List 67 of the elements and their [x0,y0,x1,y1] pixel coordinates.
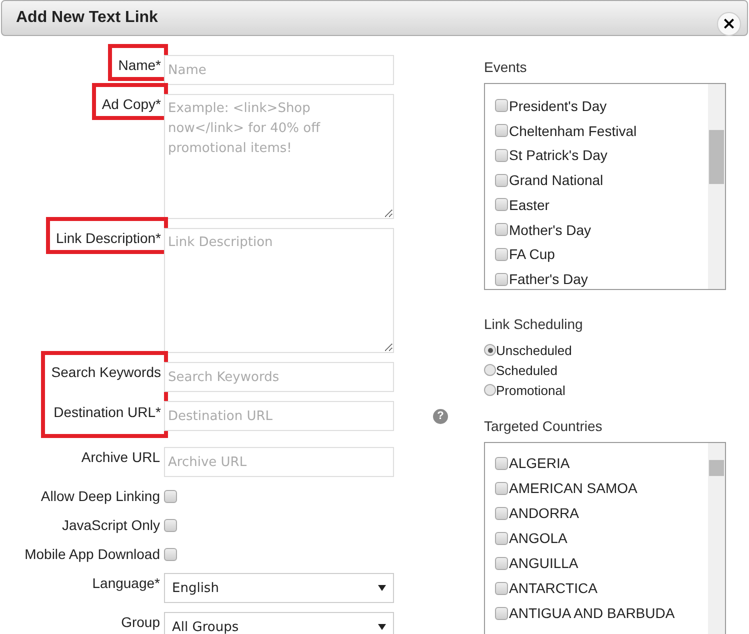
radio-label[interactable]: Promotional [496,382,566,398]
radio-label[interactable]: Unscheduled [496,342,572,358]
checkbox-label[interactable]: Grand National [509,172,604,188]
section-title: Targeted Countries [484,418,604,434]
checkbox[interactable] [495,174,508,187]
text-field[interactable]: Destination URL [164,401,394,431]
scrollbar[interactable] [708,443,725,634]
text-area[interactable]: Example: <link>Shop now</link> for 40% off promotional items! [164,94,394,219]
checkbox-label[interactable]: ANGUILLA [509,555,578,571]
checkbox[interactable] [164,518,177,532]
dropdown[interactable]: All Groups [164,612,394,634]
dropdown[interactable]: English [164,573,394,603]
field-label: Search Keywords [51,363,161,382]
checkbox[interactable] [495,198,508,212]
radio-label[interactable]: Scheduled [496,362,558,378]
field-label: Mobile App Download [24,545,160,564]
checkbox-label[interactable]: ANDORRA [509,505,580,521]
radio-button[interactable] [484,364,496,376]
radio-button[interactable] [484,344,496,356]
checkbox[interactable] [495,606,508,620]
checkbox[interactable] [164,490,177,502]
field-label: Ad Copy* [102,95,161,114]
checkbox-label[interactable]: President's Day [509,98,607,114]
checkbox[interactable] [495,582,508,594]
checkbox-label[interactable]: AMERICAN SAMOA [509,480,638,496]
checkbox-label[interactable]: Mother's Day [509,222,592,238]
checkbox[interactable] [495,506,508,520]
text-field[interactable]: Archive URL [164,447,394,477]
checkbox-label[interactable]: ANTARCTICA [509,580,598,596]
checkbox[interactable] [495,124,508,138]
section-title: Link Scheduling [484,316,584,332]
close-button[interactable]: × [717,12,741,36]
field-label: Name* [118,56,161,75]
checkbox-label[interactable]: ANGOLA [509,530,568,546]
checkbox-label[interactable]: ALGERIA [509,455,570,471]
checkbox-label[interactable]: Father's Day [509,271,588,288]
text-field[interactable]: Search Keywords [164,362,394,392]
checkbox-label[interactable]: Cheltenham Festival [509,122,637,139]
checkbox[interactable] [495,99,508,112]
checkbox[interactable] [495,223,508,236]
checkbox[interactable] [495,272,508,286]
field-label: Language* [92,574,160,593]
caret-icon [378,585,386,591]
text-field[interactable]: Name [164,55,394,85]
field-label: Group [121,613,160,632]
dialog-title: Add New Text Link [16,9,158,27]
radio-button[interactable] [484,384,496,396]
checkbox[interactable] [495,456,508,470]
checkbox[interactable] [495,148,508,162]
caret-icon [378,624,386,630]
field-label: Archive URL [81,448,160,467]
checkbox[interactable] [495,248,508,261]
text-area[interactable]: Link Description [164,228,394,353]
scrollbar[interactable] [708,84,725,289]
field-label: Destination URL* [54,403,161,422]
checkbox[interactable] [495,532,508,544]
field-label: Allow Deep Linking [40,487,160,506]
checkbox[interactable] [495,556,508,570]
checkbox-label[interactable]: Easter [509,196,550,213]
checkbox-label[interactable]: ANTIGUA AND BARBUDA [509,605,675,621]
field-label: Link Description* [56,229,161,248]
checkbox-label[interactable]: St Patrick's Day [509,147,608,164]
checkbox[interactable] [164,548,177,560]
checkbox-label[interactable]: FA Cup [509,246,555,262]
section-title: Events [484,59,528,75]
checkbox[interactable] [495,482,508,494]
field-label: JavaScript Only [62,516,160,535]
